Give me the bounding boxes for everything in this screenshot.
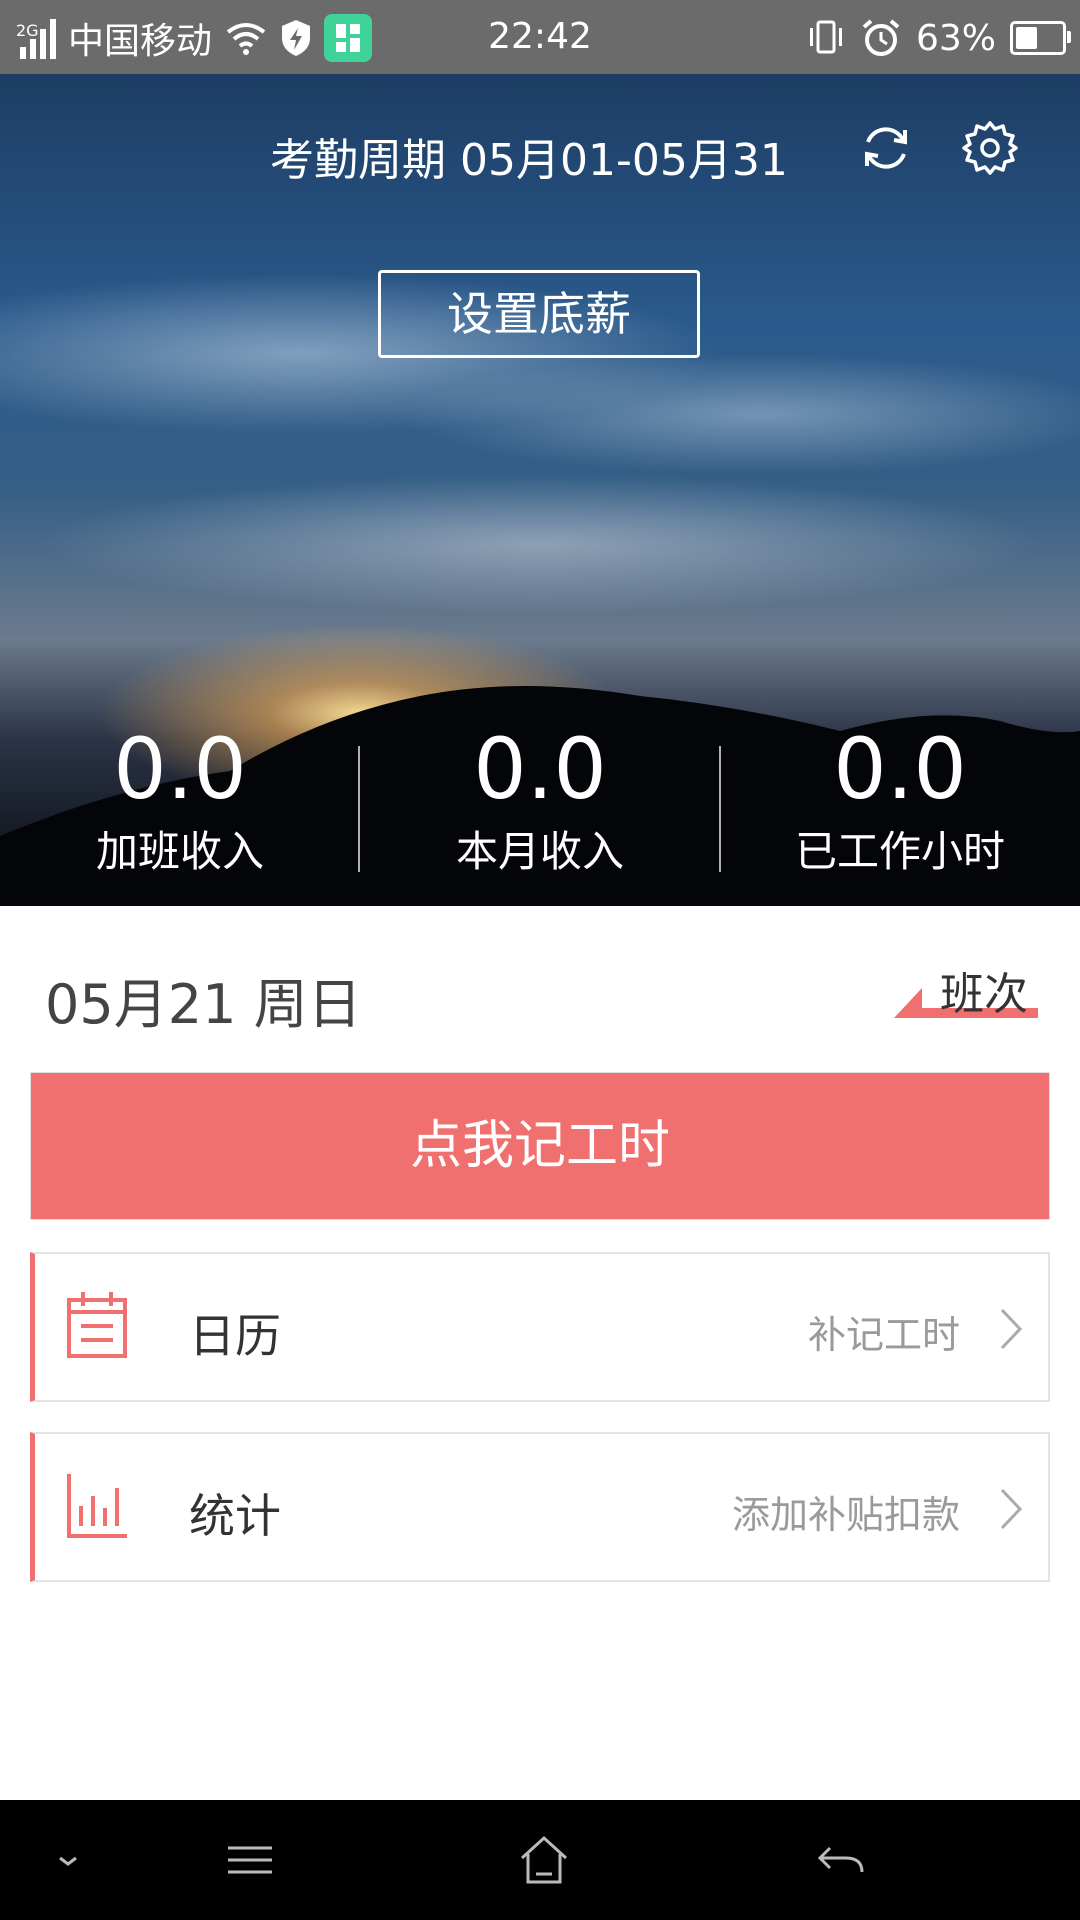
battery-percent: 63% [915, 17, 996, 59]
today-date-label: 05月21 周日 [45, 973, 362, 1036]
stat-label: 本月收入 [455, 827, 624, 876]
chevron-right-icon [1000, 1308, 1023, 1350]
stat-value: 0.0 [473, 720, 607, 818]
menu-icon[interactable] [220, 1830, 280, 1890]
back-icon[interactable] [810, 1830, 870, 1890]
calendar-row[interactable]: 日历 补记工时 [30, 1252, 1050, 1402]
statistics-subtitle: 添加补贴扣款 [731, 1493, 960, 1537]
bar-chart-icon [67, 1474, 127, 1538]
home-icon[interactable] [514, 1830, 574, 1890]
calendar-title: 日历 [189, 1309, 281, 1363]
refresh-icon[interactable] [856, 118, 916, 178]
vibrate-icon [809, 20, 842, 54]
shift-label: 班次 [940, 969, 1028, 1020]
navigation-bar [0, 1800, 1080, 1920]
stat-value: 0.0 [113, 720, 247, 818]
status-bar: 2G 中国移动 22:42 63% [0, 0, 1080, 74]
stat-label: 已工作小时 [794, 827, 1005, 876]
calendar-subtitle: 补记工时 [807, 1313, 960, 1357]
stat-value: 0.0 [833, 720, 967, 818]
chevron-right-icon [1000, 1488, 1023, 1530]
stat-overtime-income: 0.0 加班收入 [0, 724, 360, 879]
shift-button[interactable]: 班次 [894, 958, 1040, 1024]
calendar-icon [67, 1292, 127, 1358]
status-right: 63% [806, 14, 1071, 62]
statistics-row[interactable]: 统计 添加补贴扣款 [30, 1432, 1050, 1582]
stat-hours-worked: 0.0 已工作小时 [720, 724, 1080, 879]
attendance-cycle-label: 考勤周期 05月01-05月31 [270, 135, 788, 186]
record-hours-button[interactable]: 点我记工时 [30, 1072, 1050, 1220]
collapse-icon[interactable] [38, 1830, 98, 1890]
battery-icon [1010, 21, 1071, 55]
settings-icon[interactable] [960, 118, 1020, 178]
hero-banner: 考勤周期 05月01-05月31 设置底薪 0.0 加班收入 0.0 本月收入 … [0, 74, 1080, 906]
statistics-title: 统计 [189, 1489, 281, 1543]
stat-monthly-income: 0.0 本月收入 [360, 724, 720, 879]
stat-label: 加班收入 [95, 827, 264, 876]
set-base-salary-button[interactable]: 设置底薪 [378, 270, 700, 358]
alarm-icon [862, 19, 900, 56]
